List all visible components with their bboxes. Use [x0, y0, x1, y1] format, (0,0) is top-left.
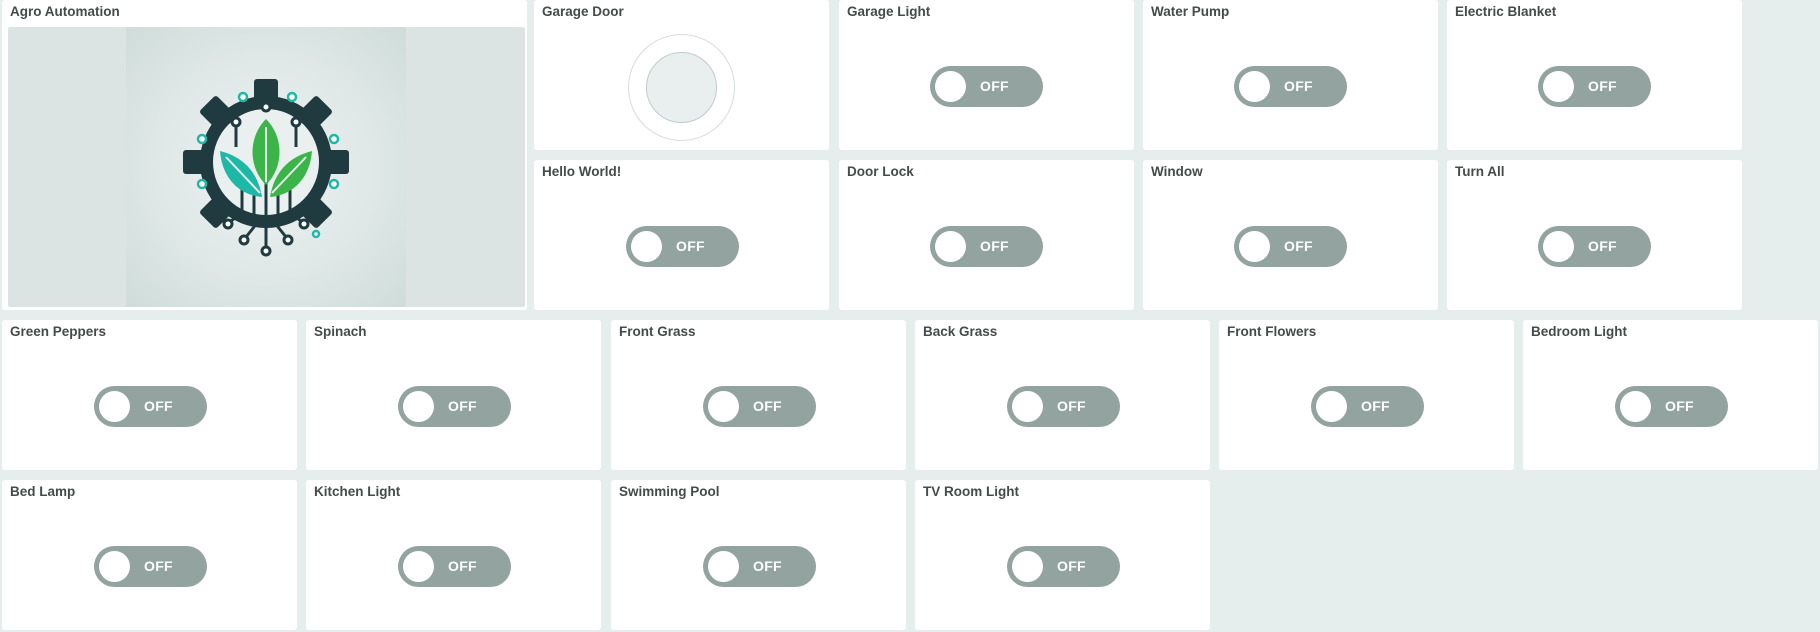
toggle-knob — [99, 551, 130, 582]
toggle-knob — [935, 231, 966, 262]
card-title: Front Flowers — [1227, 324, 1317, 339]
card-title: Bedroom Light — [1531, 324, 1627, 339]
toggle-knob — [708, 391, 739, 422]
toggle-state: OFF — [448, 398, 477, 414]
front-grass-toggle[interactable]: OFF — [703, 386, 816, 427]
toggle-knob — [403, 391, 434, 422]
toggle-state: OFF — [144, 398, 173, 414]
tv-room-light-toggle[interactable]: OFF — [1007, 546, 1120, 587]
toggle-state: OFF — [753, 558, 782, 574]
swimming-pool-toggle[interactable]: OFF — [703, 546, 816, 587]
toggle-knob — [99, 391, 130, 422]
toggle-knob — [708, 551, 739, 582]
card-title: Agro Automation — [10, 4, 120, 19]
garage-door-card: Garage Door — [534, 0, 829, 150]
hello-world-toggle[interactable]: OFF — [626, 226, 739, 267]
toggle-state: OFF — [980, 78, 1009, 94]
toggle-state: OFF — [1284, 238, 1313, 254]
card-title: TV Room Light — [923, 484, 1019, 499]
toggle-knob — [1239, 231, 1270, 262]
card-title: Turn All — [1455, 164, 1505, 179]
turn-all-toggle[interactable]: OFF — [1538, 226, 1651, 267]
turn-all-card: Turn All OFF — [1447, 160, 1742, 310]
agro-logo-icon — [183, 79, 349, 257]
card-title: Door Lock — [847, 164, 914, 179]
garage-light-card: Garage Light OFF — [839, 0, 1134, 150]
toggle-state: OFF — [1057, 558, 1086, 574]
bedroom-light-card: Bedroom Light OFF — [1523, 320, 1818, 470]
door-lock-toggle[interactable]: OFF — [930, 226, 1043, 267]
toggle-state: OFF — [1588, 78, 1617, 94]
dashboard: Agro Automation Garage Door Garage Light… — [0, 0, 1820, 632]
card-title: Swimming Pool — [619, 484, 720, 499]
toggle-state: OFF — [676, 238, 705, 254]
bed-lamp-toggle[interactable]: OFF — [94, 546, 207, 587]
logo-background — [126, 27, 406, 307]
toggle-state: OFF — [1057, 398, 1086, 414]
door-lock-card: Door Lock OFF — [839, 160, 1134, 310]
toggle-knob — [403, 551, 434, 582]
toggle-knob — [1543, 231, 1574, 262]
agro-automation-card: Agro Automation — [2, 0, 527, 310]
front-grass-card: Front Grass OFF — [611, 320, 906, 470]
card-title: Garage Light — [847, 4, 931, 19]
toggle-state: OFF — [144, 558, 173, 574]
back-grass-card: Back Grass OFF — [915, 320, 1210, 470]
toggle-knob — [1543, 71, 1574, 102]
front-flowers-card: Front Flowers OFF — [1219, 320, 1514, 470]
card-title: Electric Blanket — [1455, 4, 1557, 19]
water-pump-card: Water Pump OFF — [1143, 0, 1438, 150]
electric-blanket-toggle[interactable]: OFF — [1538, 66, 1651, 107]
bedroom-light-toggle[interactable]: OFF — [1615, 386, 1728, 427]
card-title: Kitchen Light — [314, 484, 401, 499]
spinach-toggle[interactable]: OFF — [398, 386, 511, 427]
garage-light-toggle[interactable]: OFF — [930, 66, 1043, 107]
hello-world-card: Hello World! OFF — [534, 160, 829, 310]
green-peppers-toggle[interactable]: OFF — [94, 386, 207, 427]
toggle-state: OFF — [1588, 238, 1617, 254]
card-title: Window — [1151, 164, 1203, 179]
card-title: Back Grass — [923, 324, 998, 339]
tv-room-light-card: TV Room Light OFF — [915, 480, 1210, 630]
window-toggle[interactable]: OFF — [1234, 226, 1347, 267]
toggle-knob — [1012, 391, 1043, 422]
bed-lamp-card: Bed Lamp OFF — [2, 480, 297, 630]
card-title: Garage Door — [542, 4, 624, 19]
garage-door-indicator — [646, 52, 717, 123]
toggle-knob — [1620, 391, 1651, 422]
card-title: Front Grass — [619, 324, 696, 339]
toggle-state: OFF — [1361, 398, 1390, 414]
toggle-state: OFF — [1665, 398, 1694, 414]
card-title: Green Peppers — [10, 324, 107, 339]
card-title: Water Pump — [1151, 4, 1230, 19]
kitchen-light-toggle[interactable]: OFF — [398, 546, 511, 587]
spinach-card: Spinach OFF — [306, 320, 601, 470]
toggle-state: OFF — [1284, 78, 1313, 94]
electric-blanket-card: Electric Blanket OFF — [1447, 0, 1742, 150]
card-title: Spinach — [314, 324, 367, 339]
green-peppers-card: Green Peppers OFF — [2, 320, 297, 470]
front-flowers-toggle[interactable]: OFF — [1311, 386, 1424, 427]
water-pump-toggle[interactable]: OFF — [1234, 66, 1347, 107]
swimming-pool-card: Swimming Pool OFF — [611, 480, 906, 630]
card-title: Hello World! — [542, 164, 622, 179]
kitchen-light-card: Kitchen Light OFF — [306, 480, 601, 630]
toggle-knob — [1316, 391, 1347, 422]
garage-door-button[interactable] — [628, 34, 735, 141]
window-card: Window OFF — [1143, 160, 1438, 310]
toggle-state: OFF — [448, 558, 477, 574]
toggle-knob — [1012, 551, 1043, 582]
card-title: Bed Lamp — [10, 484, 76, 499]
back-grass-toggle[interactable]: OFF — [1007, 386, 1120, 427]
toggle-knob — [1239, 71, 1270, 102]
toggle-state: OFF — [753, 398, 782, 414]
toggle-knob — [935, 71, 966, 102]
logo-frame — [8, 27, 525, 307]
toggle-state: OFF — [980, 238, 1009, 254]
toggle-knob — [631, 231, 662, 262]
